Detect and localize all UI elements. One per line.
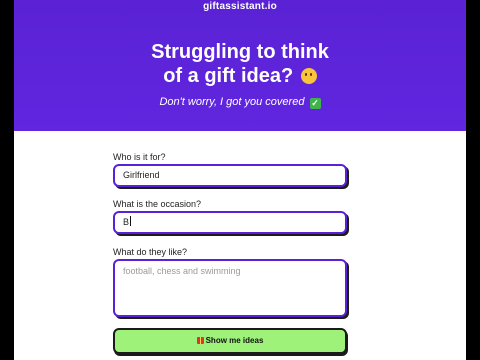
subtitle-text: Don't worry, I got you covered [159, 96, 305, 108]
gift-form: Who is it for? Girlfriend What is the oc… [113, 152, 349, 354]
likes-placeholder: football, chess and swimming [123, 266, 241, 276]
who-label: Who is it for? [113, 152, 166, 162]
headline-line-2-wrap: of a gift idea? [14, 64, 466, 88]
occasion-input-value: B [123, 217, 130, 227]
site-name: giftassistant.io [203, 1, 277, 12]
likes-textarea[interactable]: football, chess and swimming [113, 259, 347, 317]
gift-icon [196, 337, 204, 344]
check-mark-icon: ✓ [309, 98, 321, 109]
who-input-value: Girlfriend [123, 170, 160, 180]
occasion-input[interactable]: B [113, 211, 347, 234]
headline-line-1: Struggling to think [151, 41, 329, 63]
likes-label: What do they like? [113, 247, 188, 257]
subtitle: Don't worry, I got you covered ✓ [14, 96, 466, 109]
hero-banner: giftassistant.io Struggling to think of … [14, 0, 466, 131]
show-ideas-label: Show me ideas [205, 336, 264, 345]
occasion-label: What is the occasion? [113, 199, 202, 209]
text-cursor [130, 216, 132, 226]
headline-line-2: of a gift idea? [163, 65, 294, 87]
page-title: Struggling to think of a gift idea? [14, 40, 466, 88]
show-ideas-button[interactable]: Show me ideas [113, 328, 347, 354]
thinking-face-icon [300, 68, 317, 84]
who-input[interactable]: Girlfriend [113, 164, 347, 187]
browser-viewport: giftassistant.io Struggling to think of … [14, 0, 466, 360]
